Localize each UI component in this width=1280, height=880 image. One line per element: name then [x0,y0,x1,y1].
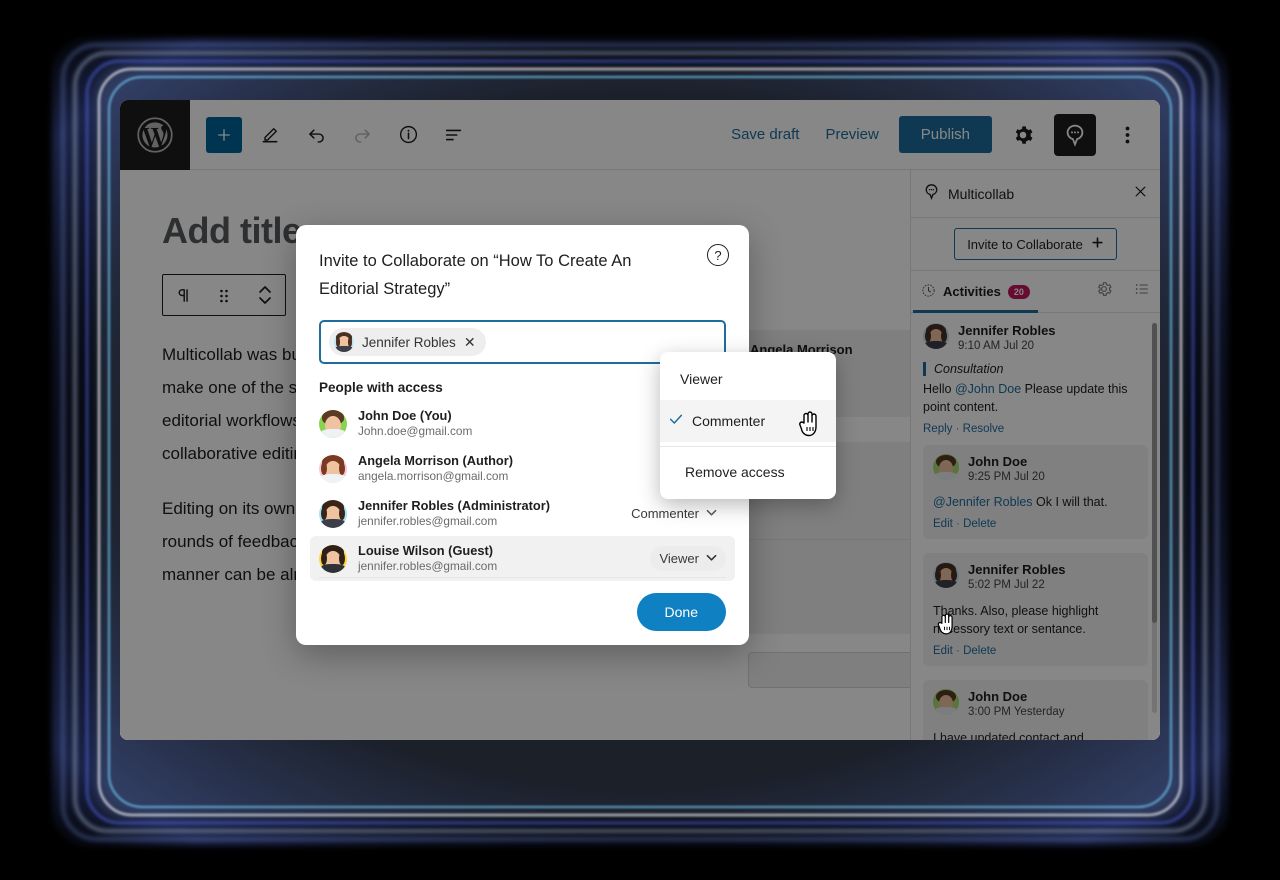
help-question-icon[interactable]: ? [707,244,729,266]
done-button[interactable]: Done [636,592,726,631]
avatar [319,544,347,573]
person-email: jennifer.robles@gmail.com [358,514,498,528]
role-value: Commenter [631,506,699,521]
person-name: Angela Morrison (Author) [358,453,513,468]
menu-item-remove-access[interactable]: Remove access [660,451,836,493]
menu-divider [660,446,836,447]
chevron-down-icon [706,551,717,566]
person-email: angela.morrison@gmail.com [358,469,509,483]
person-email: John.doe@gmail.com [358,424,473,438]
role-dropdown-viewer[interactable]: Viewer [650,546,726,571]
invitee-chip-name: Jennifer Robles [362,334,456,350]
avatar [319,499,347,528]
menu-item-remove-access-label: Remove access [685,464,785,480]
screenshot-stage: Save draft Preview Publish Add title Mul… [0,0,1280,880]
menu-item-viewer[interactable]: Viewer [660,358,836,400]
avatar [319,409,347,438]
modal-title: Invite to Collaborate on “How To Create … [319,252,632,298]
menu-item-viewer-label: Viewer [680,371,723,387]
role-dropdown-commenter[interactable]: Commenter [622,501,726,526]
remove-chip-icon[interactable]: ✕ [464,335,476,349]
person-name: John Doe (You) [358,408,452,423]
menu-item-commenter-label: Commenter [692,413,766,429]
invitee-chip[interactable]: Jennifer Robles ✕ [329,328,486,356]
avatar [319,454,347,483]
people-row[interactable]: Louise Wilson (Guest) jennifer.robles@gm… [310,536,735,581]
menu-item-commenter[interactable]: Commenter [660,400,836,442]
avatar [334,332,354,352]
person-name: Jennifer Robles (Administrator) [358,498,550,513]
role-value: Viewer [659,551,699,566]
role-dropdown-menu: Viewer Commenter Remove access [660,352,836,499]
modal-footer: Done [319,577,726,645]
person-name: Louise Wilson (Guest) [358,543,493,558]
chevron-down-icon [706,506,717,521]
check-icon [668,411,684,432]
person-email: jennifer.robles@gmail.com [358,559,498,573]
